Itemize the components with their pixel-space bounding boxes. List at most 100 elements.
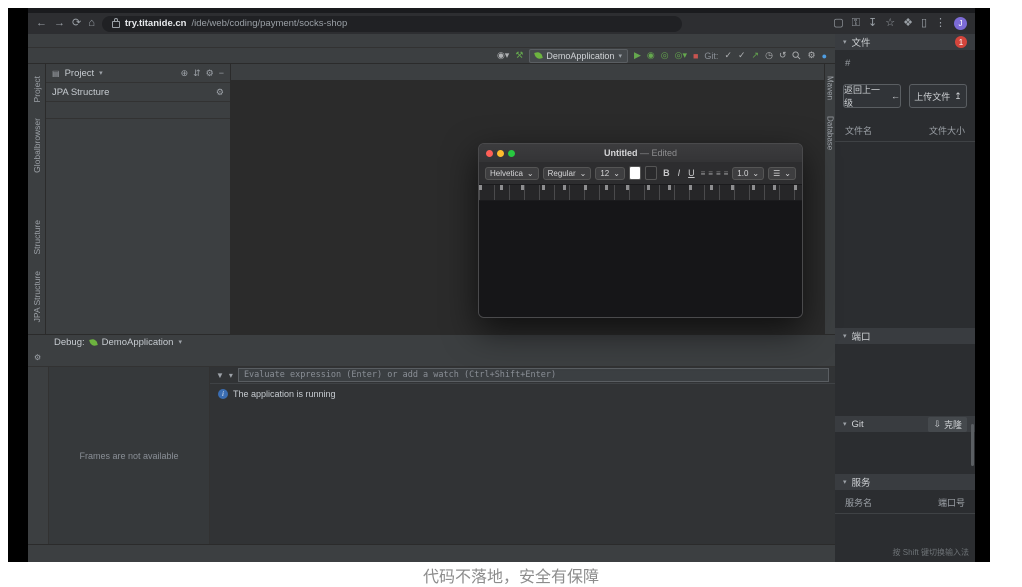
- italic-button[interactable]: I: [676, 168, 683, 178]
- build-hammer-icon[interactable]: ⚒: [515, 50, 523, 61]
- home-icon[interactable]: ⌂: [88, 18, 95, 29]
- underline-button[interactable]: U: [686, 168, 697, 178]
- browser-menu-icon[interactable]: ⋮: [935, 18, 946, 29]
- align-justify-icon[interactable]: ≡: [724, 169, 729, 178]
- forward-icon[interactable]: →: [54, 18, 65, 29]
- filter-chevron-icon[interactable]: ▾: [229, 371, 233, 380]
- bookmark-star-icon[interactable]: ☆: [885, 18, 895, 29]
- run-button[interactable]: ▶: [634, 50, 641, 61]
- upload-icon: ↥: [954, 91, 962, 102]
- textedit-toolbar: Helvetica⌄ Regular⌄ 12⌄ B I U ≡ ≡ ≡ ≡ 1.…: [479, 162, 802, 185]
- files-section-title: 文件: [852, 35, 871, 49]
- upload-file-button[interactable]: 上传文件 ↥: [909, 84, 967, 108]
- chevron-down-icon: ▾: [843, 420, 847, 428]
- tool-window-project[interactable]: Project: [32, 76, 42, 102]
- align-center-icon[interactable]: ≡: [708, 169, 713, 178]
- debug-config-name: DemoApplication: [102, 337, 174, 348]
- notification-icon[interactable]: ●: [822, 51, 827, 61]
- history-icon[interactable]: ◷: [765, 50, 773, 61]
- chevron-down-icon: ▾: [843, 38, 847, 46]
- menu-bar: [28, 34, 835, 48]
- console-status-message: The application is running: [233, 389, 336, 399]
- textedit-document[interactable]: [479, 201, 802, 317]
- project-panel-header[interactable]: ▤ Project ▾ ⊕ ⇵ ⚙ −: [46, 64, 230, 83]
- minimize-window-icon[interactable]: [497, 150, 504, 157]
- services-section-header[interactable]: ▾ 服务: [835, 474, 975, 490]
- download-icon[interactable]: ↧: [868, 18, 877, 29]
- address-bar[interactable]: try.titanide.cn /ide/web/coding/payment/…: [102, 16, 682, 32]
- sidebar-scrollbar[interactable]: [971, 424, 974, 466]
- bold-button[interactable]: B: [661, 168, 672, 178]
- textedit-window[interactable]: Untitled — Edited Helvetica⌄ Regular⌄ 12…: [478, 143, 803, 318]
- project-panel-title: Project: [65, 68, 95, 79]
- rollback-icon[interactable]: ↺: [779, 50, 787, 61]
- git-section-header[interactable]: ▾ Git ⇩ 克隆: [835, 416, 975, 432]
- tool-window-structure[interactable]: Structure: [32, 220, 42, 255]
- services-col-name: 服务名: [845, 496, 872, 509]
- line-spacing-select[interactable]: 1.0⌄: [732, 167, 764, 180]
- git-clone-button[interactable]: ⇩ 克隆: [928, 417, 967, 432]
- frames-empty-message: Frames are not available: [79, 451, 178, 461]
- stop-button[interactable]: ■: [693, 51, 698, 61]
- ports-section-header[interactable]: ▾ 端口: [835, 328, 975, 344]
- back-icon[interactable]: ←: [36, 18, 47, 29]
- tool-window-maven[interactable]: Maven: [826, 76, 835, 100]
- background-color-swatch[interactable]: [645, 166, 657, 180]
- debug-tool-window: Debug: DemoApplication ▾ ⚙ Frames are no…: [28, 334, 835, 544]
- user-icon[interactable]: ◉▾: [497, 50, 509, 61]
- font-family-select[interactable]: Helvetica⌄: [485, 167, 539, 180]
- files-col-name: 文件名: [845, 124, 872, 137]
- back-up-level-button[interactable]: 返回上一级 ←: [843, 84, 901, 108]
- watches-pane: ▼ ▾ Evaluate expression (Enter) or add a…: [210, 367, 835, 544]
- jpa-panel-header[interactable]: JPA Structure ⚙: [46, 83, 230, 102]
- panel-settings-icon[interactable]: ⚙: [206, 68, 214, 79]
- side-panel-icon[interactable]: ▯: [921, 18, 927, 29]
- textedit-titlebar[interactable]: Untitled — Edited: [479, 144, 802, 162]
- debug-gear-icon[interactable]: ⚙: [34, 353, 41, 362]
- collapse-all-icon[interactable]: ⇵: [193, 68, 201, 79]
- evaluate-expression-input[interactable]: Evaluate expression (Enter) or add a wat…: [238, 368, 829, 382]
- tool-window-database[interactable]: Database: [826, 116, 835, 150]
- info-icon: i: [218, 389, 228, 399]
- tool-window-jpa-structure[interactable]: JPA Structure: [32, 271, 42, 322]
- search-icon[interactable]: [792, 51, 801, 60]
- profiler-button[interactable]: ◎▾: [675, 50, 687, 61]
- run-config-select[interactable]: DemoApplication ▾: [529, 49, 628, 63]
- password-key-icon[interactable]: ⚿: [852, 18, 860, 29]
- font-size-select[interactable]: 12⌄: [595, 167, 625, 180]
- browser-nav-icons: ← → ⟳ ⌂: [36, 18, 95, 29]
- align-right-icon[interactable]: ≡: [716, 169, 721, 178]
- textedit-ruler[interactable]: [479, 185, 802, 201]
- files-section-header[interactable]: ▾ 文件 1: [835, 34, 975, 50]
- browser-avatar[interactable]: J: [954, 17, 967, 30]
- git-push-icon[interactable]: ↗: [752, 50, 760, 61]
- run-toolbar: ◉▾ ⚒ DemoApplication ▾ ▶ ◉ ◎ ◎▾ ■ Git:: [497, 49, 827, 63]
- editor-tabs: [231, 64, 824, 81]
- extensions-icon[interactable]: ❖: [903, 18, 913, 29]
- font-style-select[interactable]: Regular⌄: [543, 167, 592, 180]
- hide-panel-icon[interactable]: −: [219, 68, 224, 79]
- reload-icon[interactable]: ⟳: [72, 18, 81, 29]
- run-config-label: DemoApplication: [546, 51, 614, 61]
- close-window-icon[interactable]: [486, 150, 493, 157]
- lock-icon: [112, 21, 120, 28]
- filter-funnel-icon[interactable]: ▼: [216, 371, 224, 380]
- debug-content: Frames are not available ▼ ▾ Evaluate ex…: [28, 367, 835, 544]
- text-color-swatch[interactable]: [629, 166, 641, 180]
- zoom-window-icon[interactable]: [508, 150, 515, 157]
- tool-window-globalbrowser[interactable]: Globalbrowser: [32, 118, 42, 173]
- services-col-port: 端口号: [938, 496, 965, 509]
- list-style-select[interactable]: ☰⌄: [768, 167, 796, 180]
- tab-group-icon[interactable]: ▢: [833, 18, 843, 29]
- git-commit-icon[interactable]: ✓: [738, 50, 746, 61]
- locate-icon[interactable]: ⊕: [181, 68, 189, 79]
- panel-settings-icon[interactable]: ⚙: [216, 87, 224, 98]
- list-icon: ☰: [773, 169, 780, 178]
- debug-button[interactable]: ◉: [647, 50, 655, 61]
- align-left-icon[interactable]: ≡: [701, 169, 706, 178]
- jpa-panel-title: JPA Structure: [52, 87, 109, 98]
- git-update-icon[interactable]: ✓: [724, 50, 732, 61]
- git-section-title: Git: [852, 419, 864, 430]
- settings-gear-icon[interactable]: ⚙: [807, 50, 815, 61]
- coverage-button[interactable]: ◎: [661, 50, 669, 61]
